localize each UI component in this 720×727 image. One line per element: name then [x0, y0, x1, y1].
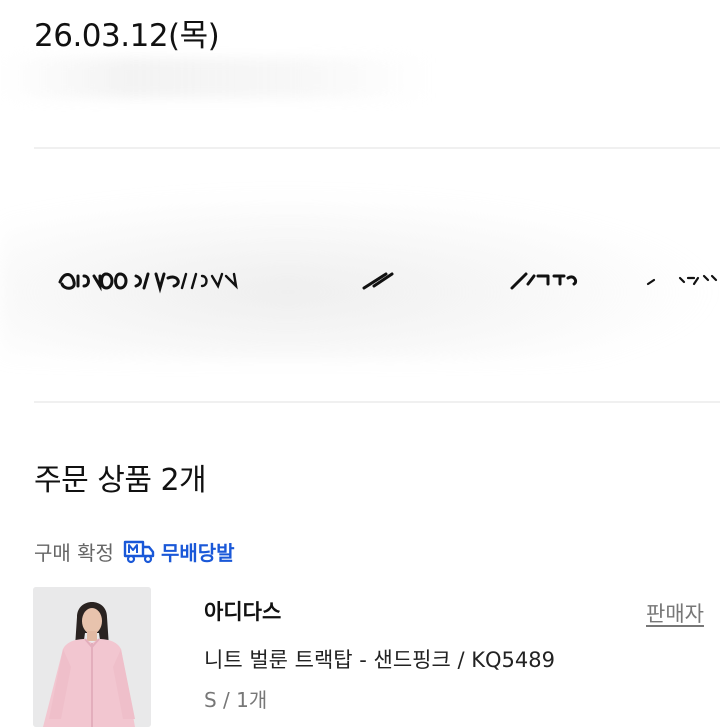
divider-top	[34, 147, 720, 149]
order-status-row: 구매 확정 무배당발	[34, 536, 235, 566]
obscured-scribble	[58, 272, 238, 294]
obscured-info-block	[0, 190, 720, 360]
obscured-scribble-4	[646, 274, 718, 286]
order-date: 26.03.12(목)	[34, 18, 220, 54]
delivery-truck-icon	[123, 540, 155, 564]
product-brand[interactable]: 아디다스	[204, 596, 281, 626]
seller-link[interactable]: 판매자	[646, 598, 704, 628]
divider-middle	[34, 401, 720, 403]
obscured-scribble-3	[510, 272, 578, 290]
order-items-title: 주문 상품 2개	[34, 463, 207, 498]
free-shipping-badge: 무배당발	[123, 537, 235, 566]
obscured-text-strip	[0, 58, 430, 98]
product-option: S / 1개	[204, 688, 268, 712]
purchase-confirmed-label: 구매 확정	[34, 540, 114, 565]
product-thumbnail[interactable]	[33, 587, 151, 727]
product-photo	[33, 587, 151, 727]
free-shipping-label: 무배당발	[160, 540, 235, 565]
obscured-scribble-2	[362, 272, 394, 290]
product-name[interactable]: 니트 벌룬 트랙탑 - 샌드핑크 / KQ5489	[204, 644, 555, 674]
